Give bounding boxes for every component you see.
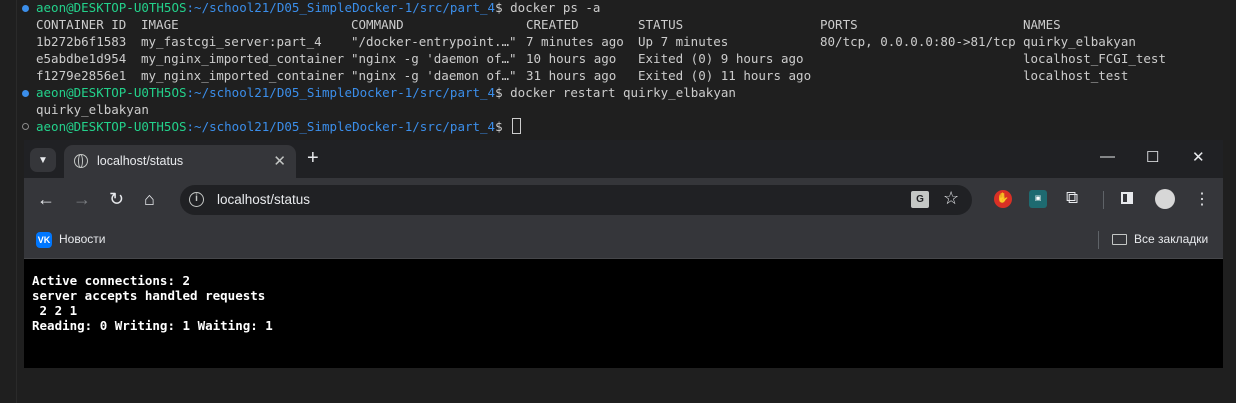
tab-localhost-status[interactable]: localhost/status ✕ [64, 145, 296, 178]
chevron-down-icon: ▼ [38, 154, 48, 166]
window-close-icon[interactable]: ✕ [1192, 148, 1205, 166]
minimize-icon[interactable]: — [1100, 148, 1115, 165]
table-cell: 7 minutes ago [526, 34, 624, 49]
text-cursor [512, 118, 522, 134]
all-bookmarks-button[interactable]: Все закладки [1134, 232, 1208, 246]
info-icon[interactable]: i [189, 192, 204, 207]
table-cell: 31 hours ago [526, 68, 617, 83]
globe-icon [74, 154, 88, 168]
table-header-cell: PORTS [820, 17, 858, 32]
prompt-user: aeon@DESKTOP-U0TH5OS [36, 119, 187, 134]
table-cell: localhost_test [1023, 68, 1129, 83]
home-icon[interactable]: ⌂ [144, 189, 155, 209]
command-marker-pending [22, 123, 29, 130]
table-cell: "/docker-entrypoint.…" [351, 34, 517, 49]
prompt-user: aeon@DESKTOP-U0TH5OS [36, 85, 187, 100]
toolbar: ← → ↻ ⌂ i localhost/status G ☆ ✋ ▣ ⧉ ⋮ [24, 178, 1223, 222]
table-cell: my_nginx_imported_container [141, 68, 345, 83]
bookmark-news[interactable]: Новости [59, 232, 105, 246]
prompt-path: :~/school21/D05_SimpleDocker-1/src/part_… [186, 119, 496, 134]
extension-teal-icon[interactable]: ▣ [1029, 190, 1047, 208]
extension-red-icon[interactable]: ✋ [994, 190, 1012, 208]
table-cell: localhost_FCGI_test [1023, 51, 1166, 66]
table-cell: Exited (0) 9 hours ago [638, 51, 804, 66]
table-cell: 1b272b6f1583 [36, 34, 127, 49]
status-line: 2 2 1 [32, 303, 78, 318]
address-url[interactable]: localhost/status [217, 192, 310, 207]
table-cell: f1279e2856e1 [36, 68, 127, 83]
table-cell: quirky_elbakyan [1023, 34, 1136, 49]
maximize-icon[interactable]: ☐ [1146, 148, 1159, 166]
table-cell: Exited (0) 11 hours ago [638, 68, 812, 83]
command-output: quirky_elbakyan [36, 102, 149, 117]
table-header-cell: NAMES [1023, 17, 1061, 32]
command-marker [22, 90, 29, 97]
tab-search-button[interactable]: ▼ [30, 148, 56, 172]
terminal-gutter [0, 0, 17, 403]
address-bar[interactable]: i localhost/status G ☆ [180, 185, 972, 215]
table-cell: 10 hours ago [526, 51, 617, 66]
table-header-cell: CREATED [526, 17, 579, 32]
star-icon[interactable]: ☆ [943, 188, 959, 209]
prompt-path: :~/school21/D05_SimpleDocker-1/src/part_… [186, 85, 496, 100]
menu-icon[interactable]: ⋮ [1194, 189, 1210, 209]
command-text: docker ps -a [510, 0, 601, 15]
prompt-user: aeon@DESKTOP-U0TH5OS [36, 0, 187, 15]
table-cell: e5abdbe1d954 [36, 51, 127, 66]
table-cell: Up 7 minutes [638, 34, 729, 49]
bookmarks-bar: VK Новости Все закладки [24, 222, 1223, 259]
table-cell: my_nginx_imported_container [141, 51, 345, 66]
prompt-line-3[interactable]: aeon@DESKTOP-U0TH5OS:~/school21/D05_Simp… [36, 118, 522, 135]
prompt-line-2: aeon@DESKTOP-U0TH5OS:~/school21/D05_Simp… [36, 84, 736, 101]
table-header-cell: CONTAINER ID [36, 17, 127, 32]
puzzle-icon[interactable]: ⧉ [1066, 188, 1078, 208]
prompt-line-1: aeon@DESKTOP-U0TH5OS:~/school21/D05_Simp… [36, 0, 600, 16]
table-cell: my_fastcgi_server:part_4 [141, 34, 322, 49]
folder-icon [1112, 234, 1127, 245]
prompt-dollar: $ [495, 0, 511, 15]
reload-icon[interactable]: ↻ [109, 189, 124, 209]
prompt-path: :~/school21/D05_SimpleDocker-1/src/part_… [186, 0, 496, 15]
prompt-dollar: $ [495, 119, 511, 134]
close-icon[interactable]: ✕ [273, 152, 286, 170]
tab-strip: ▼ localhost/status ✕ + — ☐ ✕ [24, 140, 1223, 178]
table-cell: "nginx -g 'daemon of…" [351, 68, 517, 83]
command-marker [22, 5, 29, 12]
tab-title: localhost/status [97, 154, 184, 168]
table-header-cell: STATUS [638, 17, 684, 32]
browser-window: ▼ localhost/status ✕ + — ☐ ✕ ← → ↻ ⌂ i l… [24, 140, 1223, 368]
table-cell: "nginx -g 'daemon of…" [351, 51, 517, 66]
status-line: Reading: 0 Writing: 1 Waiting: 1 [32, 318, 273, 333]
table-cell: 80/tcp, 0.0.0.0:80->81/tcp [820, 34, 1016, 49]
command-text: docker restart quirky_elbakyan [510, 85, 736, 100]
bookmarks-divider [1098, 231, 1099, 249]
table-header-cell: IMAGE [141, 17, 179, 32]
forward-icon[interactable]: → [73, 189, 91, 209]
back-icon[interactable]: ← [37, 189, 55, 209]
page-content: Active connections: 2 server accepts han… [24, 259, 1223, 368]
side-panel-icon[interactable] [1121, 192, 1133, 204]
status-line: Active connections: 2 [32, 273, 191, 288]
status-line: server accepts handled requests [32, 288, 266, 303]
new-tab-button[interactable]: + [307, 147, 319, 170]
avatar[interactable] [1155, 189, 1175, 209]
toolbar-divider [1103, 191, 1104, 209]
prompt-dollar: $ [495, 85, 511, 100]
translate-icon[interactable]: G [911, 191, 929, 208]
table-header-cell: COMMAND [351, 17, 404, 32]
vk-icon: VK [36, 232, 52, 248]
